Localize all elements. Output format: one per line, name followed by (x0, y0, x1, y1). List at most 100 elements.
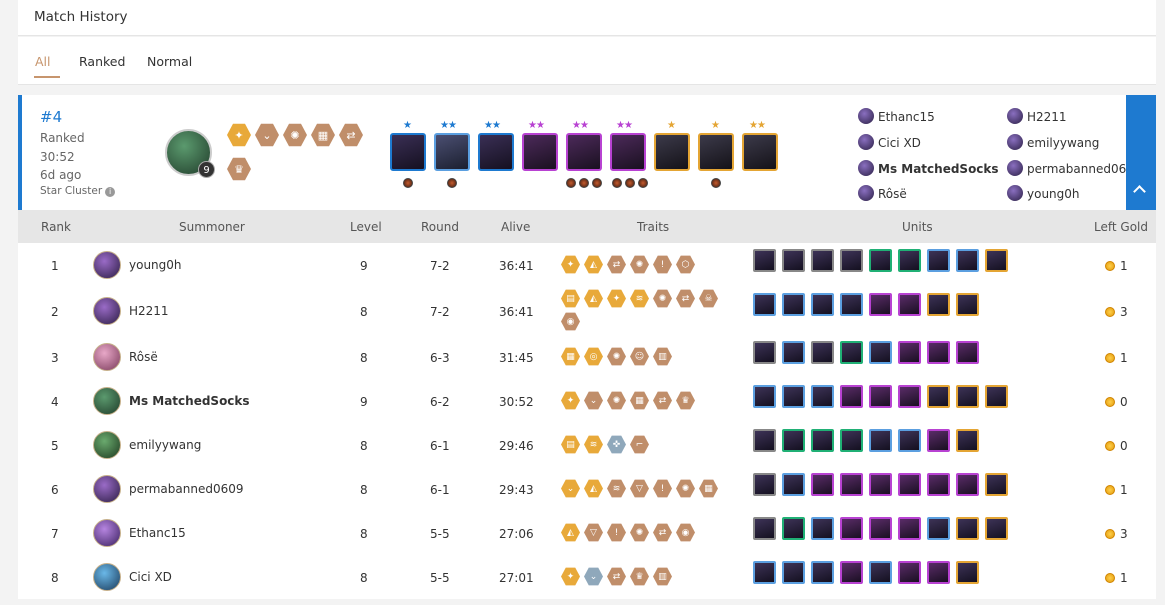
summoner-name[interactable]: Ms MatchedSocks (129, 394, 250, 408)
trait-icon[interactable]: ≋ (630, 289, 649, 308)
unit-portrait[interactable] (927, 473, 950, 496)
trait-icon[interactable]: ⬡ (676, 255, 695, 274)
trait-icon[interactable]: ⇄ (339, 123, 363, 147)
unit-portrait[interactable] (869, 293, 892, 316)
trait-icon[interactable]: ✦ (607, 289, 626, 308)
unit-portrait[interactable] (898, 249, 921, 272)
item-icon[interactable] (579, 178, 589, 188)
unit-portrait[interactable] (927, 249, 950, 272)
unit-portrait[interactable] (956, 517, 979, 540)
unit-portrait[interactable] (782, 293, 805, 316)
unit-portrait[interactable] (840, 517, 863, 540)
unit-portrait[interactable] (698, 133, 734, 171)
item-icon[interactable] (612, 178, 622, 188)
trait-icon[interactable]: ▦ (699, 479, 718, 498)
trait-icon[interactable]: ◭ (584, 479, 603, 498)
trait-icon[interactable]: ✺ (607, 347, 626, 366)
unit-portrait[interactable] (753, 517, 776, 540)
unit-portrait[interactable] (985, 385, 1008, 408)
unit-portrait[interactable] (927, 517, 950, 540)
unit-portrait[interactable] (753, 385, 776, 408)
trait-icon[interactable]: ✦ (227, 123, 251, 147)
unit-portrait[interactable] (522, 133, 558, 171)
unit-portrait[interactable] (811, 249, 834, 272)
unit-portrait[interactable] (869, 249, 892, 272)
trait-icon[interactable]: ▤ (561, 435, 580, 454)
unit-portrait[interactable] (927, 341, 950, 364)
item-icon[interactable] (625, 178, 635, 188)
trait-icon[interactable]: ✺ (283, 123, 307, 147)
trait-icon[interactable]: ▽ (584, 523, 603, 542)
trait-icon[interactable]: ✦ (561, 391, 580, 410)
collapse-button[interactable] (1126, 95, 1156, 210)
unit-portrait[interactable] (898, 517, 921, 540)
summoner-name[interactable]: Rôsë (129, 350, 158, 364)
unit-portrait[interactable] (782, 385, 805, 408)
trait-icon[interactable]: ⇄ (653, 391, 672, 410)
trait-icon[interactable]: ▦ (630, 391, 649, 410)
trait-icon[interactable]: ✺ (630, 255, 649, 274)
table-row[interactable]: 3 Rôsë 8 6-3 31:45 ▦ ◎ ✺ ☺ ▥ 1 (18, 335, 1156, 379)
player-link[interactable]: Rôsë (878, 187, 907, 201)
unit-portrait[interactable] (956, 293, 979, 316)
unit-portrait[interactable] (753, 293, 776, 316)
unit-portrait[interactable] (840, 561, 863, 584)
trait-icon[interactable]: ◎ (584, 347, 603, 366)
tab-ranked[interactable]: Ranked (79, 54, 125, 69)
unit-portrait[interactable] (610, 133, 646, 171)
unit-portrait[interactable] (898, 341, 921, 364)
table-row[interactable]: 5 emilyywang 8 6-1 29:46 ▤ ≋ ✜ ⌐ 0 (18, 423, 1156, 467)
unit-portrait[interactable] (434, 133, 470, 171)
trait-icon[interactable]: ⌄ (561, 479, 580, 498)
table-row[interactable]: 7 Ethanc15 8 5-5 27:06 ◭ ▽ ! ✺ ⇄ ◉ 3 (18, 511, 1156, 555)
table-row[interactable]: 4 Ms MatchedSocks 9 6-2 30:52 ✦ ⌄ ✺ ▦ ⇄ … (18, 379, 1156, 423)
trait-icon[interactable]: ▤ (561, 289, 580, 308)
item-icon[interactable] (447, 178, 457, 188)
trait-icon[interactable]: ▦ (311, 123, 335, 147)
unit-portrait[interactable] (956, 429, 979, 452)
unit-portrait[interactable] (927, 385, 950, 408)
player-link[interactable]: Cici XD (878, 136, 921, 150)
unit-portrait[interactable] (390, 133, 426, 171)
unit-portrait[interactable] (840, 341, 863, 364)
unit-portrait[interactable] (869, 561, 892, 584)
unit-portrait[interactable] (782, 341, 805, 364)
info-icon[interactable]: i (105, 187, 116, 197)
unit-portrait[interactable] (811, 429, 834, 452)
trait-icon[interactable]: ⌄ (255, 123, 279, 147)
trait-icon[interactable]: ⇄ (653, 523, 672, 542)
summoner-name[interactable]: Cici XD (129, 570, 172, 584)
trait-icon[interactable]: ✦ (561, 567, 580, 586)
trait-icon[interactable]: ☠ (699, 289, 718, 308)
unit-portrait[interactable] (742, 133, 778, 171)
trait-icon[interactable]: ! (607, 523, 626, 542)
summoner-name[interactable]: permabanned0609 (129, 482, 244, 496)
item-icon[interactable] (638, 178, 648, 188)
trait-icon[interactable]: ▦ (561, 347, 580, 366)
trait-icon[interactable]: ▥ (653, 567, 672, 586)
trait-icon[interactable]: ⌐ (630, 435, 649, 454)
trait-icon[interactable]: ≋ (584, 435, 603, 454)
unit-portrait[interactable] (956, 473, 979, 496)
trait-icon[interactable]: ♛ (630, 567, 649, 586)
trait-icon[interactable]: ≋ (607, 479, 626, 498)
trait-icon[interactable]: ♛ (676, 391, 695, 410)
unit-portrait[interactable] (782, 473, 805, 496)
trait-icon[interactable]: ✺ (653, 289, 672, 308)
unit-portrait[interactable] (898, 293, 921, 316)
item-icon[interactable] (566, 178, 576, 188)
unit-portrait[interactable] (869, 385, 892, 408)
trait-icon[interactable]: ☺ (630, 347, 649, 366)
unit-portrait[interactable] (869, 517, 892, 540)
unit-portrait[interactable] (782, 517, 805, 540)
unit-portrait[interactable] (956, 385, 979, 408)
trait-icon[interactable]: ⌄ (584, 391, 603, 410)
trait-icon[interactable]: ♛ (227, 157, 251, 181)
trait-icon[interactable]: ⇄ (607, 255, 626, 274)
trait-icon[interactable]: ⇄ (676, 289, 695, 308)
unit-portrait[interactable] (782, 249, 805, 272)
match-summary-card[interactable]: #4 Ranked 30:52 6d ago Star Cluster i 9 ✦… (18, 95, 1156, 210)
unit-portrait[interactable] (811, 561, 834, 584)
player-link[interactable]: permabanned0609 (1027, 162, 1142, 176)
unit-portrait[interactable] (654, 133, 690, 171)
